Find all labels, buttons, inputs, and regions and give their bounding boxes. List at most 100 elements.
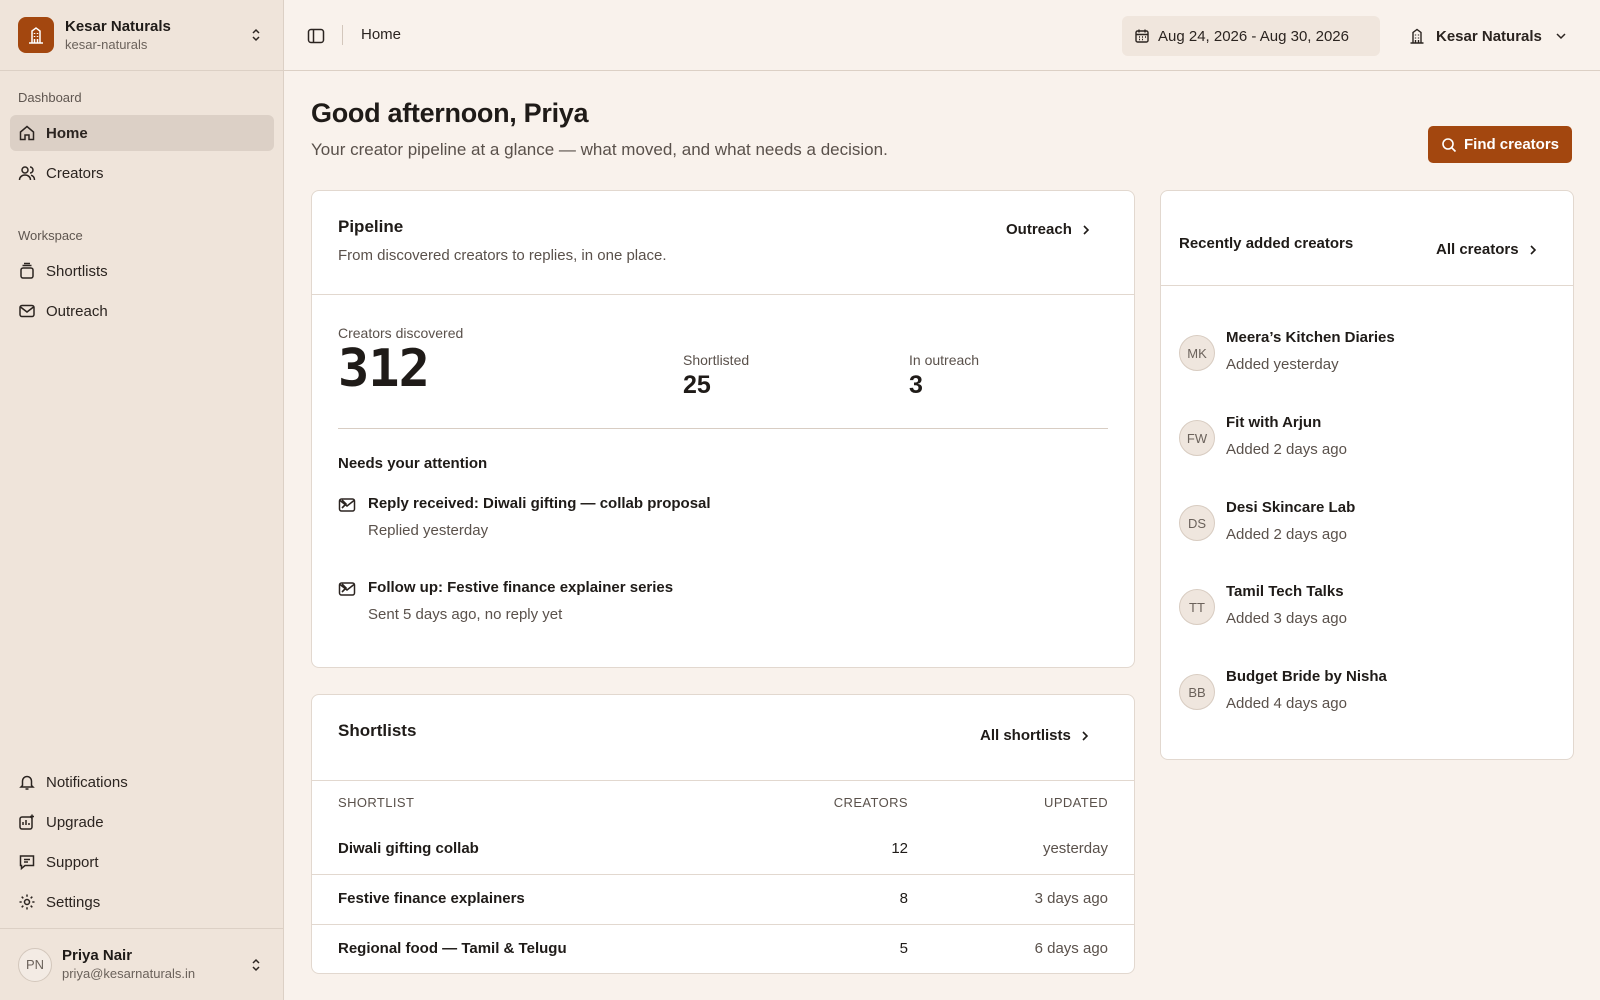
chevron-up-down-icon xyxy=(246,27,266,43)
divider xyxy=(1161,285,1573,286)
creator-name: Fit with Arjun xyxy=(1226,414,1322,431)
page-subtitle: Your creator pipeline at a glance — what… xyxy=(311,140,888,159)
divider xyxy=(312,780,1134,781)
attention-title: Needs your attention xyxy=(338,455,488,472)
shortlist-name: Festive finance explainers xyxy=(338,890,525,907)
building-icon xyxy=(1408,27,1426,45)
avatar: BB xyxy=(1179,674,1215,710)
shortlists-card: Shortlists All shortlists SHORTLIST CREA… xyxy=(311,694,1135,974)
list-item[interactable]: BB Budget Bride by Nisha Added 4 days ag… xyxy=(1179,664,1549,724)
org-logo xyxy=(18,17,54,53)
sidebar-item-notifications[interactable]: Notifications xyxy=(10,764,274,800)
divider xyxy=(312,294,1134,295)
sidebar-item-home[interactable]: Home xyxy=(10,115,274,151)
org-switcher[interactable]: Kesar Naturals kesar-naturals xyxy=(0,0,284,71)
sidebar-item-label: Creators xyxy=(46,164,104,182)
sidebar-toggle-icon[interactable] xyxy=(306,26,326,46)
recent-creators-title: Recently added creators xyxy=(1179,235,1354,252)
table-row[interactable]: Diwali gifting collab 12 yesterday xyxy=(312,825,1134,874)
creator-added: Added yesterday xyxy=(1226,356,1339,373)
page-title: Good afternoon, Priya xyxy=(311,98,589,128)
creator-added: Added 4 days ago xyxy=(1226,695,1347,712)
find-creators-label: Find creators xyxy=(1463,136,1560,153)
divider xyxy=(338,428,1108,429)
list-item[interactable]: DS Desi Skincare Lab Added 2 days ago xyxy=(1179,495,1549,555)
chat-icon xyxy=(18,853,36,871)
creator-added: Added 3 days ago xyxy=(1226,610,1347,627)
table-row[interactable]: Festive finance explainers 8 3 days ago xyxy=(312,874,1134,923)
all-creators-link[interactable]: All creators xyxy=(1436,241,1539,258)
sidebar-item-label: Settings xyxy=(46,893,101,911)
pipeline-card: Pipeline From discovered creators to rep… xyxy=(311,190,1135,668)
brand-selector-label: Kesar Naturals xyxy=(1436,27,1542,45)
all-creators-label: All creators xyxy=(1436,241,1519,258)
table-row[interactable]: Regional food — Tamil & Telugu 5 6 days … xyxy=(312,924,1134,973)
creator-name: Budget Bride by Nisha xyxy=(1226,668,1387,685)
creator-name: Meera’s Kitchen Diaries xyxy=(1226,329,1395,346)
sidebar-item-support[interactable]: Support xyxy=(10,844,274,880)
user-menu[interactable]: PN Priya Nair priya@kesarnaturals.in xyxy=(0,928,284,1000)
top-bar: Home Aug 24, 2026 - Aug 30, 2026 Kesar N… xyxy=(284,0,1600,71)
search-icon xyxy=(1441,137,1457,153)
attention-item-title: Follow up: Festive finance explainer ser… xyxy=(368,579,674,596)
shortlist-creators: 8 xyxy=(899,890,908,907)
attention-item-subtitle: Replied yesterday xyxy=(368,522,489,539)
attention-item[interactable]: Reply received: Diwali gifting — collab … xyxy=(338,491,1108,561)
org-slug: kesar-naturals xyxy=(65,36,148,52)
outreach-link[interactable]: Outreach xyxy=(1006,221,1092,238)
sidebar: Kesar Naturals kesar-naturals Dashboard … xyxy=(0,0,284,1000)
sidebar-item-creators[interactable]: Creators xyxy=(10,155,274,191)
chevron-right-icon xyxy=(338,497,350,511)
sidebar-item-label: Shortlists xyxy=(46,262,108,280)
list-item[interactable]: FW Fit with Arjun Added 2 days ago xyxy=(1179,410,1549,470)
stat-outreach-label: In outreach xyxy=(909,352,980,368)
chevron-down-icon xyxy=(1554,29,1568,43)
chevron-right-icon xyxy=(338,581,350,595)
creator-added: Added 2 days ago xyxy=(1226,526,1347,543)
chevron-right-icon xyxy=(1080,224,1092,236)
avatar: PN xyxy=(18,947,52,982)
shortlist-updated: 3 days ago xyxy=(1034,890,1108,907)
shortlist-updated: 6 days ago xyxy=(1034,940,1108,957)
stat-discovered-value: 312 xyxy=(338,339,430,399)
list-item[interactable]: TT Tamil Tech Talks Added 3 days ago xyxy=(1179,579,1549,639)
stack-icon xyxy=(18,262,36,280)
shortlist-name: Regional food — Tamil & Telugu xyxy=(338,940,567,957)
sidebar-item-outreach[interactable]: Outreach xyxy=(10,293,274,329)
all-shortlists-link[interactable]: All shortlists xyxy=(980,727,1091,744)
pipeline-title: Pipeline xyxy=(338,217,404,236)
shortlist-creators: 5 xyxy=(899,940,908,957)
sidebar-item-upgrade[interactable]: Upgrade xyxy=(10,804,274,840)
shortlist-creators: 12 xyxy=(891,840,908,857)
users-icon xyxy=(18,164,36,182)
creator-name: Desi Skincare Lab xyxy=(1226,499,1356,516)
sidebar-item-shortlists[interactable]: Shortlists xyxy=(10,253,274,289)
chevron-right-icon xyxy=(1079,730,1091,742)
sidebar-item-label: Notifications xyxy=(46,773,128,791)
stat-outreach-value: 3 xyxy=(909,371,923,399)
building-icon xyxy=(26,25,46,45)
breadcrumb: Home xyxy=(361,26,402,43)
stat-shortlisted-value: 25 xyxy=(683,371,711,399)
brand-selector[interactable]: Kesar Naturals xyxy=(1408,16,1578,56)
sidebar-item-label: Upgrade xyxy=(46,813,104,831)
avatar: DS xyxy=(1179,505,1215,541)
column-header-updated: UPDATED xyxy=(1044,795,1108,810)
sidebar-item-label: Support xyxy=(46,853,99,871)
nav-section-dashboard: Dashboard xyxy=(18,90,82,105)
sidebar-item-label: Outreach xyxy=(46,302,108,320)
sparkle-icon xyxy=(18,813,36,831)
sidebar-item-label: Home xyxy=(46,124,88,142)
column-header-shortlist: SHORTLIST xyxy=(338,795,415,810)
attention-item-title: Reply received: Diwali gifting — collab … xyxy=(368,495,711,512)
sidebar-item-settings[interactable]: Settings xyxy=(10,884,274,920)
user-email: priya@kesarnaturals.in xyxy=(62,966,196,981)
attention-item[interactable]: Follow up: Festive finance explainer ser… xyxy=(338,575,1108,645)
find-creators-button[interactable]: Find creators xyxy=(1428,126,1572,163)
list-item[interactable]: MK Meera’s Kitchen Diaries Added yesterd… xyxy=(1179,325,1549,385)
stat-shortlisted-label: Shortlisted xyxy=(683,352,750,368)
divider xyxy=(342,25,343,45)
date-range-picker[interactable]: Aug 24, 2026 - Aug 30, 2026 xyxy=(1122,16,1380,56)
date-range-label: Aug 24, 2026 - Aug 30, 2026 xyxy=(1158,27,1349,45)
pipeline-description: From discovered creators to replies, in … xyxy=(338,247,667,264)
